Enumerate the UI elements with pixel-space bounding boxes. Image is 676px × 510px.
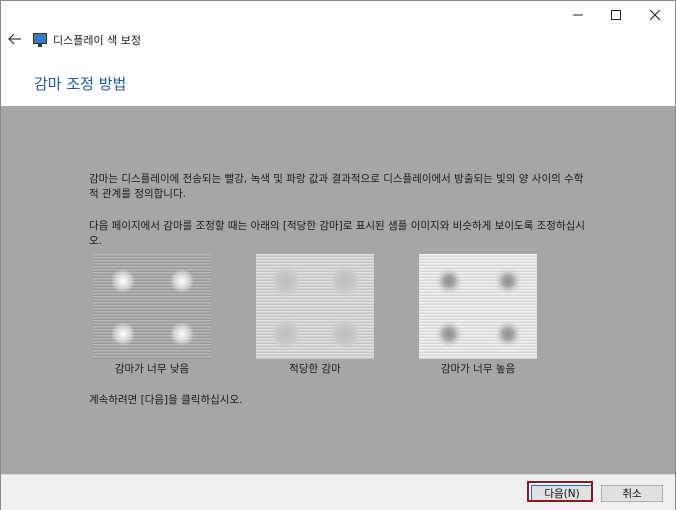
sample-label-high: 감마가 너무 높음 — [440, 363, 516, 375]
sample-label-low: 감마가 너무 낮음 — [114, 363, 190, 375]
navigation-bar: 디스플레이 색 보정 — [1, 29, 675, 51]
maximize-icon — [611, 10, 621, 20]
sample-label-correct: 적당한 감마 — [289, 363, 341, 375]
back-button[interactable] — [5, 31, 25, 49]
sample-gamma-too-high — [419, 254, 537, 359]
maximize-button[interactable] — [594, 1, 638, 29]
sample-gamma-correct — [256, 254, 374, 359]
cancel-button[interactable]: 취소 — [601, 485, 663, 502]
dialog-window: 디스플레이 색 보정 감마 조정 방법 감마는 디스플레이에 전송되는 빨강, … — [0, 0, 676, 510]
display-icon — [33, 33, 47, 47]
sample-gamma-too-low — [93, 254, 211, 359]
app-title: 디스플레이 색 보정 — [53, 34, 141, 47]
page-heading: 감마 조정 방법 — [34, 75, 127, 93]
close-icon — [650, 10, 660, 20]
guidance-paragraph: 다음 페이지에서 감마를 조정할 때는 아래의 [적당한 감마]로 표시된 샘플… — [89, 220, 585, 247]
content-area: 감마는 디스플레이에 전송되는 빨강, 녹색 및 파랑 값과 결과적으로 디스플… — [1, 106, 675, 474]
close-button[interactable] — [633, 1, 676, 29]
continue-instruction: 계속하려면 [다음]을 클릭하십시오. — [89, 394, 243, 406]
title-bar — [1, 1, 675, 29]
description-paragraph: 감마는 디스플레이에 전송되는 빨강, 녹색 및 파랑 값과 결과적으로 디스플… — [89, 173, 584, 200]
next-button[interactable]: 다음(N) — [531, 485, 593, 502]
footer-bar: 다음(N) 취소 — [1, 474, 675, 510]
minimize-icon — [573, 14, 583, 16]
back-arrow-icon — [8, 33, 21, 45]
